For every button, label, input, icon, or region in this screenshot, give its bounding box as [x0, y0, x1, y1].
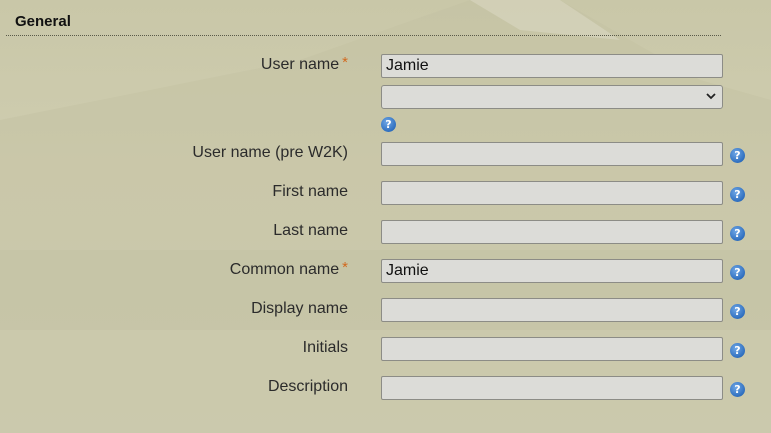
last-name-label: Last name [273, 222, 348, 239]
description-input[interactable] [381, 376, 723, 400]
common-name-label: Common name * [229, 259, 348, 278]
required-marker: * [342, 259, 348, 276]
required-marker: * [342, 54, 348, 71]
row-first-name: First name ? [0, 181, 771, 207]
initials-label: Initials [302, 339, 348, 356]
description-label: Description [267, 378, 348, 395]
help-icon[interactable]: ? [730, 304, 745, 319]
help-icon[interactable]: ? [730, 187, 745, 202]
row-domain-select [0, 85, 771, 111]
first-name-input[interactable] [381, 181, 723, 205]
user-name-pre-w2k-input[interactable] [381, 142, 723, 166]
display-name-input[interactable] [381, 298, 723, 322]
initials-input[interactable] [381, 337, 723, 361]
domain-select[interactable] [381, 85, 723, 109]
chevron-down-icon [706, 93, 716, 100]
common-name-input[interactable] [381, 259, 723, 283]
row-last-name: Last name ? [0, 220, 771, 246]
section-divider [6, 35, 721, 36]
row-common-name: Common name* ? [0, 259, 771, 285]
user-name-label: User name * [260, 54, 348, 73]
user-name-pre-w2k-label: User name (pre W2K) [192, 144, 348, 161]
row-user-name: User name * [0, 54, 771, 80]
row-description: Description ? [0, 376, 771, 402]
display-name-label: Display name [251, 300, 348, 317]
row-display-name: Display name ? [0, 298, 771, 324]
row-user-name-pre-w2k: User name (pre W2K) ? [0, 142, 771, 168]
help-icon[interactable]: ? [730, 343, 745, 358]
user-name-input[interactable] [381, 54, 723, 78]
last-name-input[interactable] [381, 220, 723, 244]
help-icon[interactable]: ? [730, 265, 745, 280]
section-title-general: General [15, 13, 71, 30]
row-initials: Initials ? [0, 337, 771, 363]
first-name-label: First name [272, 183, 348, 200]
help-icon[interactable]: ? [730, 226, 745, 241]
help-icon[interactable]: ? [381, 117, 396, 132]
help-icon[interactable]: ? [730, 148, 745, 163]
help-icon[interactable]: ? [730, 382, 745, 397]
